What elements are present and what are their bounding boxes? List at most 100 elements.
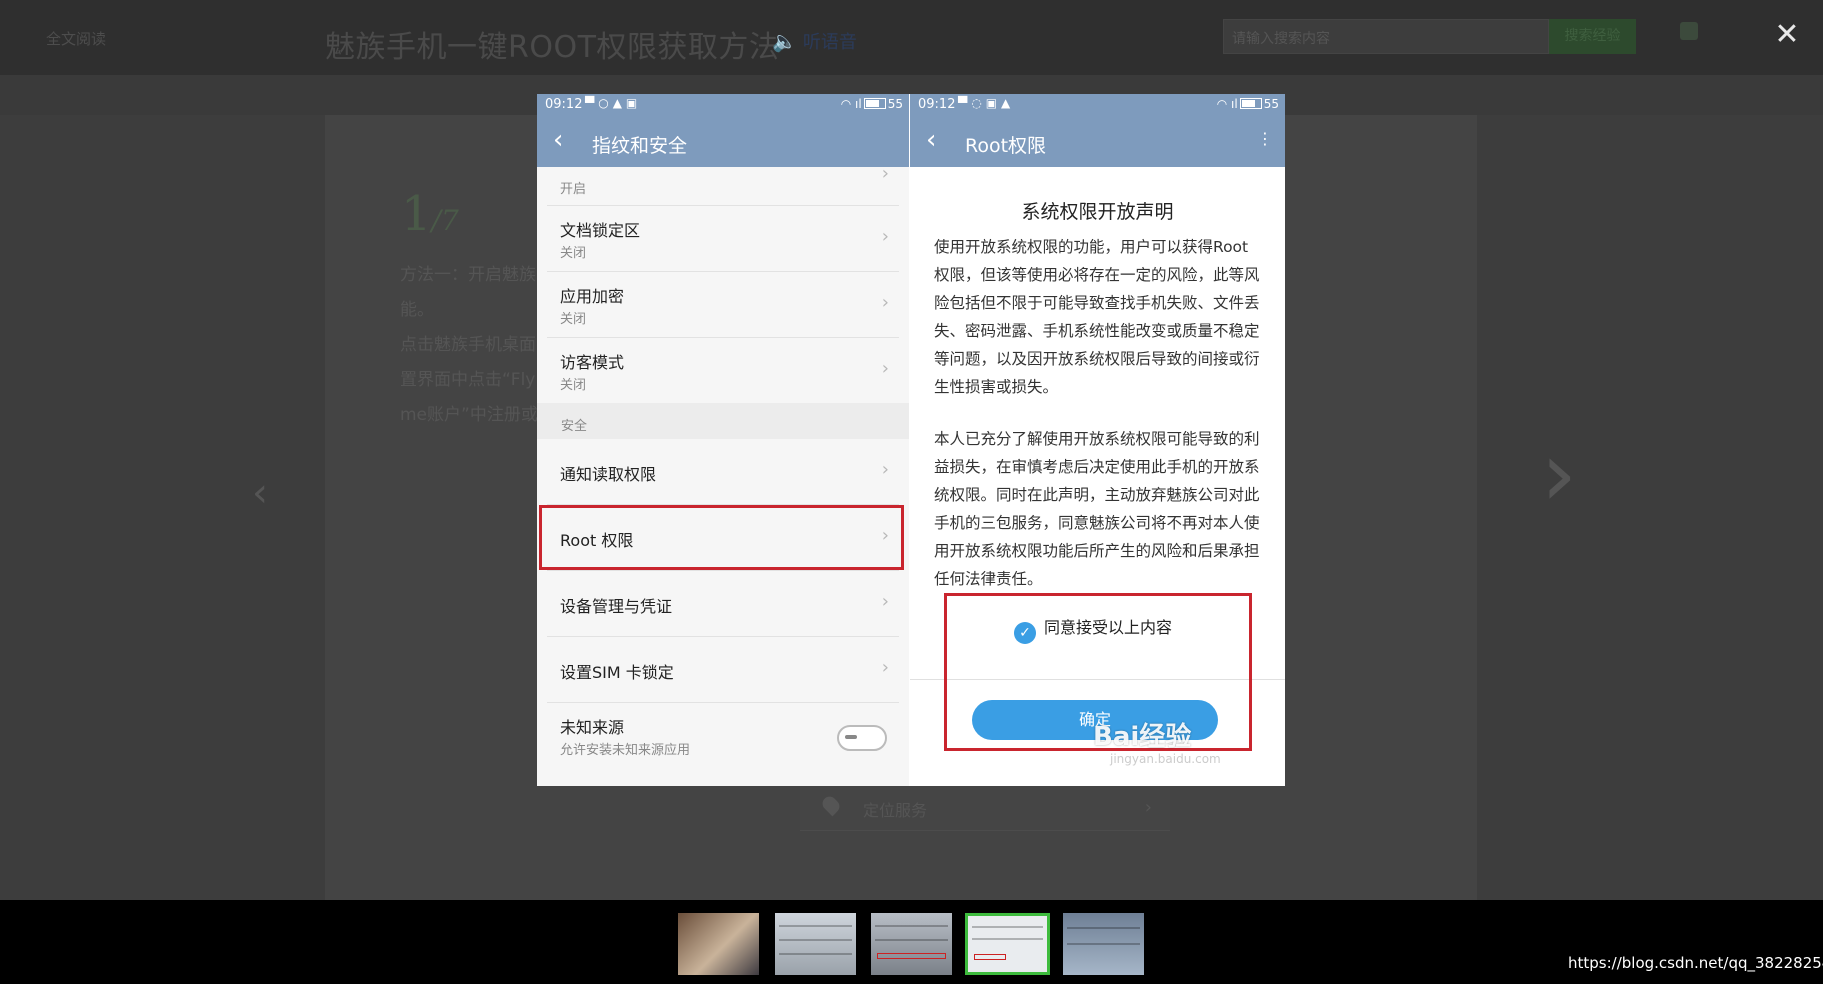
thumb-line <box>875 925 948 927</box>
thumbnail-2[interactable] <box>775 913 856 975</box>
status-time: 09:12 <box>918 97 956 112</box>
location-pin-icon <box>819 793 843 817</box>
settings-row-sub: 关闭 <box>560 246 587 261</box>
step-number: 1 <box>401 186 432 242</box>
thumbnail-3[interactable] <box>871 913 952 975</box>
agree-checkbox[interactable]: ✓ 同意接受以上内容 <box>1014 614 1172 644</box>
page-title: 魅族手机一键ROOT权限获取方法 <box>325 30 780 65</box>
settings-row-notification-access[interactable]: 通知读取权限 › <box>547 439 899 505</box>
step-text-line: 方法一：开启魅族 <box>400 265 536 285</box>
status-right: ◠ ıl 55 <box>1216 97 1279 111</box>
battery-icon <box>863 98 886 109</box>
thumb-line <box>779 925 852 927</box>
thumb-line <box>972 926 1043 928</box>
declaration-paragraph-2: 本人已充分了解使用开放系统权限可能导致的利益损失，在审慎考虑后决定使用此手机的开… <box>934 430 1260 588</box>
search-input[interactable]: 请输入搜索内容 <box>1223 19 1549 54</box>
divider <box>910 679 1285 680</box>
agree-label: 同意接受以上内容 <box>1044 618 1173 637</box>
next-image-arrow[interactable]: › <box>1541 430 1577 520</box>
thumbnail-1[interactable] <box>678 913 759 975</box>
declaration-panel: 系统权限开放声明 使用开放系统权限的功能，用户可以获得Root权限，但该等使用必… <box>910 167 1285 786</box>
settings-row-document-lock[interactable]: 文档锁定区 关闭 › <box>547 206 899 272</box>
phone-title: Root权限 <box>965 135 1047 157</box>
thumb-line <box>875 939 948 941</box>
chevron-right-icon: › <box>881 292 889 313</box>
thumb-line <box>1067 927 1140 929</box>
settings-row-label: 设备管理与凭证 <box>560 597 673 616</box>
listen-label: 听语音 <box>802 32 857 53</box>
chevron-right-icon: › <box>1144 797 1152 818</box>
step-total: /7 <box>431 204 459 237</box>
settings-row-unknown-source[interactable]: 未知来源 允许安装未知来源应用 <box>547 703 899 768</box>
thumbnail-4-active[interactable] <box>965 913 1050 975</box>
settings-row-label: 通知读取权限 <box>560 465 657 484</box>
back-icon[interactable]: ‹ <box>553 125 563 155</box>
watermark-url: jingyan.baidu.com <box>1110 752 1221 766</box>
source-credit: https://blog.csdn.net/qq_38228254 <box>1568 954 1823 972</box>
step-text-line: 点击魅族手机桌面 <box>400 335 536 355</box>
status-bar: 09:12 ▀○▲▣ ◠ ıl 55 <box>537 94 909 117</box>
status-bar: 09:12 ▀◌▣▲ ◠ ıl 55 <box>910 94 1285 117</box>
battery-level: 55 <box>887 97 903 111</box>
fulltext-link[interactable]: 全文阅读 <box>46 28 106 49</box>
phone-titlebar: ‹ Root权限 ⋮ <box>910 117 1285 167</box>
location-service-label: 定位服务 <box>863 801 928 820</box>
close-icon[interactable]: ✕ <box>1770 18 1804 52</box>
section-header-security: 安全 <box>537 403 909 439</box>
listen-button[interactable]: 🔈 听语音 <box>772 28 857 54</box>
settings-row-device-admin[interactable]: 设备管理与凭证 › <box>547 571 899 637</box>
declaration-title: 系统权限开放声明 <box>1021 201 1174 223</box>
thumb-line <box>779 939 852 941</box>
settings-row-label: 应用加密 <box>560 287 625 306</box>
phone-title: 指纹和安全 <box>592 135 688 157</box>
baidu-watermark: Bai经验 <box>1093 722 1192 752</box>
settings-row-root[interactable]: Root 权限 › <box>547 505 899 571</box>
lightbox-image: 09:12 ▀○▲▣ ◠ ıl 55 ‹ 指纹和安全 开启 › 文档锁定区 关闭 … <box>537 94 1285 786</box>
step-text: 方法一：开启魅族 能。 点击魅族手机桌面 置界面中点击“Fly me账户”中注册… <box>400 258 540 433</box>
declaration-paragraph-1: 使用开放系统权限的功能，用户可以获得Root权限，但该等使用必将存在一定的风险，… <box>934 238 1260 396</box>
settings-row-sim-lock[interactable]: 设置SIM 卡锁定 › <box>547 637 899 703</box>
settings-row-app-encryption[interactable]: 应用加密 关闭 › <box>547 272 899 338</box>
check-icon: ✓ <box>1014 622 1036 644</box>
chevron-right-icon: › <box>881 591 889 612</box>
chevron-right-icon: › <box>881 163 889 184</box>
search-placeholder: 请输入搜索内容 <box>1232 31 1330 47</box>
notification-icons: ▀○▲▣ <box>585 96 642 110</box>
speaker-icon: 🔈 <box>772 29 797 53</box>
previous-image-arrow[interactable]: ‹ <box>252 463 268 523</box>
thumb-line <box>1067 943 1140 945</box>
unknown-source-toggle[interactable] <box>837 725 887 751</box>
step-counter: 1/7 <box>401 186 459 242</box>
settings-list: 开启 › 文档锁定区 关闭 › 应用加密 关闭 › 访客模式 关闭 › 安全 通… <box>537 163 909 768</box>
chevron-right-icon: › <box>881 459 889 480</box>
settings-row-sub: 开启 <box>560 182 587 197</box>
phone-titlebar: ‹ 指纹和安全 <box>537 117 909 167</box>
notification-icons: ▀◌▣▲ <box>958 96 1015 110</box>
left-phone-screen: 09:12 ▀○▲▣ ◠ ıl 55 ‹ 指纹和安全 开启 › 文档锁定区 关闭 … <box>537 94 909 786</box>
medal-icon <box>1680 22 1698 40</box>
thumbnail-strip <box>0 900 1823 984</box>
step-text-line: 置界面中点击“Fly <box>400 370 536 390</box>
chevron-right-icon: › <box>881 358 889 379</box>
settings-row-guest-mode[interactable]: 访客模式 关闭 › <box>547 338 899 403</box>
settings-row-label: 访客模式 <box>560 353 625 372</box>
search-button[interactable]: 搜索经验 <box>1549 19 1636 54</box>
step-text-line: 能。 <box>400 300 434 320</box>
settings-row-sub: 允许安装未知来源应用 <box>560 743 691 758</box>
settings-row-sub: 关闭 <box>560 378 587 393</box>
thumb-highlight <box>974 954 1006 960</box>
thumb-line <box>779 953 852 955</box>
back-icon[interactable]: ‹ <box>926 125 936 155</box>
thumb-highlight <box>877 953 946 959</box>
more-menu-icon[interactable]: ⋮ <box>1257 129 1273 148</box>
right-phone-screen: 09:12 ▀◌▣▲ ◠ ıl 55 ‹ Root权限 ⋮ 系统权限开放声明 使用… <box>910 94 1285 786</box>
thumbnail-5[interactable] <box>1063 913 1144 975</box>
status-time: 09:12 <box>545 97 583 112</box>
chevron-right-icon: › <box>881 525 889 546</box>
settings-row-label: 设置SIM 卡锁定 <box>560 663 674 682</box>
background-right-panel <box>1477 115 1823 900</box>
thumb-line <box>972 938 1043 940</box>
settings-row-partial[interactable]: 开启 › <box>547 163 899 206</box>
settings-row-label: 未知来源 <box>560 718 625 737</box>
status-right: ◠ ıl 55 <box>840 97 903 111</box>
